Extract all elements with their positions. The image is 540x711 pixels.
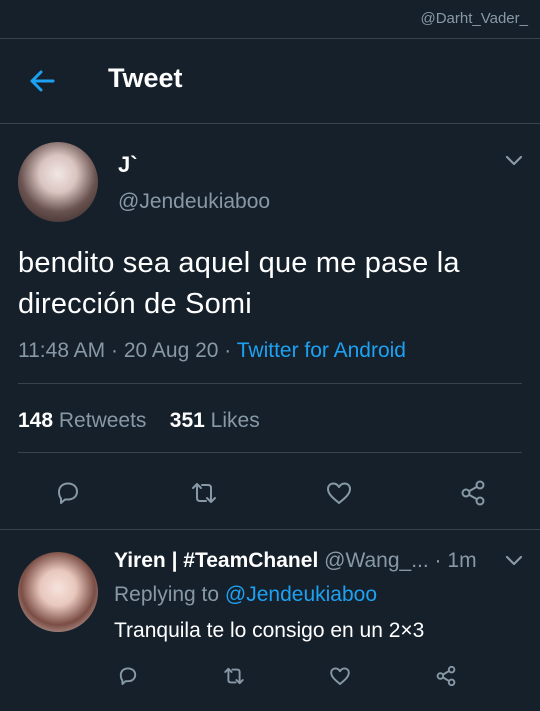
tweet-source-link[interactable]: Twitter for Android: [237, 339, 406, 362]
likes-stat[interactable]: 351 Likes: [170, 409, 260, 432]
like-button[interactable]: [324, 478, 354, 508]
main-tweet: J` @Jendeukiaboo bendito sea aquel que m…: [0, 124, 540, 530]
reply-header: Yiren | #TeamChanel @Wang_... · 1m: [114, 549, 477, 573]
reply-time: 1m: [447, 549, 477, 572]
tweet-stats: 148 Retweets 351 Likes: [18, 409, 260, 433]
replying-mention-link[interactable]: @Jendeukiaboo: [225, 583, 377, 606]
share-icon: [461, 480, 485, 506]
likes-label: Likes: [210, 409, 260, 432]
reply-like-button[interactable]: [328, 664, 352, 688]
retweet-icon: [192, 483, 216, 503]
user-handle[interactable]: @Jendeukiaboo: [118, 190, 270, 214]
reply-handle[interactable]: @Wang_...: [324, 549, 429, 572]
status-top-bar: @Darht_Vader_: [0, 0, 540, 39]
share-icon: [436, 665, 456, 687]
divider: [18, 452, 522, 453]
retweet-icon: [224, 667, 244, 685]
reply-more-options-button[interactable]: [504, 554, 524, 568]
meta-separator: ·: [111, 339, 124, 362]
tweet-meta: 11:48 AM · 20 Aug 20 · Twitter for Andro…: [18, 339, 406, 363]
reply-text: Tranquila te lo consigo en un 2×3: [114, 619, 425, 642]
back-button[interactable]: [28, 67, 56, 95]
reply-share-button[interactable]: [434, 664, 458, 688]
avatar[interactable]: [18, 552, 98, 632]
reply-icon: [119, 667, 137, 685]
retweets-count: 148: [18, 409, 54, 432]
retweets-label: Retweets: [58, 409, 147, 432]
more-options-button[interactable]: [504, 154, 524, 168]
tweet-text: bendito sea aquel que me pase la direcci…: [18, 247, 460, 320]
reply-reply-button[interactable]: [116, 664, 140, 688]
likes-count: 351: [169, 409, 205, 432]
reply-display-name[interactable]: Yiren | #TeamChanel: [114, 549, 318, 572]
avatar[interactable]: [18, 142, 98, 222]
reply-actions: [0, 661, 540, 691]
meta-separator: ·: [428, 549, 448, 572]
replying-prefix: Replying to: [114, 583, 220, 606]
reply-retweet-button[interactable]: [222, 664, 246, 688]
chevron-down-icon: [505, 555, 523, 566]
watermark: @Darht_Vader_: [420, 10, 528, 27]
page-title: Tweet: [108, 63, 183, 93]
meta-separator: ·: [224, 339, 237, 362]
retweets-stat[interactable]: 148 Retweets: [18, 409, 146, 432]
chevron-down-icon: [505, 155, 523, 166]
divider: [18, 383, 522, 384]
share-button[interactable]: [458, 478, 488, 508]
app-header: Tweet: [0, 39, 540, 124]
reply-button[interactable]: [53, 478, 83, 508]
heart-icon: [330, 667, 350, 685]
replying-to: Replying to @Jendeukiaboo: [114, 583, 377, 607]
tweet-actions: [0, 476, 540, 516]
retweet-button[interactable]: [189, 478, 219, 508]
display-name[interactable]: J`: [118, 152, 138, 178]
tweet-date: 20 Aug 20: [123, 339, 219, 362]
reply-icon: [58, 482, 78, 504]
heart-icon: [327, 482, 351, 504]
reply-tweet[interactable]: Yiren | #TeamChanel @Wang_... · 1m Reply…: [0, 530, 540, 710]
tweet-time: 11:48 AM: [18, 339, 106, 362]
arrow-left-icon: [30, 70, 55, 92]
